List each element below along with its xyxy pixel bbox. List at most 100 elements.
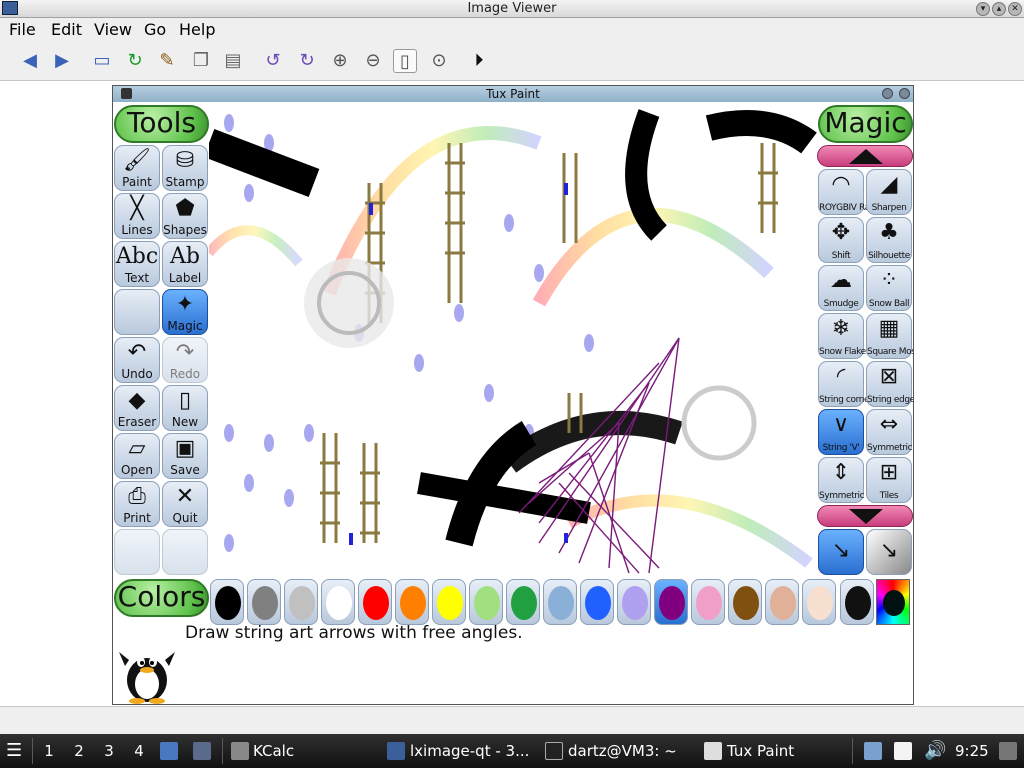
rotate-cw-icon[interactable]: ↻ [295,49,319,73]
window-titlebar[interactable]: Image Viewer ▾ ▴ ✕ [0,0,1024,18]
sharpen-icon: ◢ [880,172,898,197]
color-dot [363,586,389,620]
forward-icon[interactable]: ▶ [50,49,74,73]
tool-redo-button: ↷ Redo [162,337,208,383]
magic-snow-ball-button: ⁘ Snow Ball [866,265,912,311]
color-swatch [321,579,355,625]
taskbar: ☰ 1 2 3 4 KCalc lximage-qt - 3... dartz@… [0,734,1024,768]
magic-snow-flake-button: ❄ Snow Flake [818,313,866,359]
close-icon[interactable]: ✕ [1008,2,1022,16]
color-swatch [728,579,762,625]
magic-paint-mode-button: ↘ [818,529,864,575]
zoom-out-icon[interactable]: ⊖ [361,49,385,73]
tool-empty-slot [114,529,160,575]
color-dot [252,586,278,620]
magic-label: Square Mosaic [867,347,914,357]
clipboard-icon[interactable] [894,742,912,760]
image-viewer-icon [387,742,405,760]
maximize-icon[interactable]: ▴ [992,2,1006,16]
tuxpaint-minimize-icon [882,88,893,99]
task-lximage[interactable]: lximage-qt - 3... [410,734,529,768]
color-swatch [284,579,318,625]
color-dot [770,586,796,620]
paste-icon[interactable]: ▤ [221,49,245,73]
tool-stamp-button: ⛁ Stamp [162,145,208,191]
fit-icon[interactable]: ▯ [393,49,417,73]
eraser-icon: ◆ [128,388,146,413]
tool-empty-slot [162,529,208,575]
task-terminal[interactable]: dartz@VM3: ~ [568,734,677,768]
start-menu-icon[interactable]: ☰ [6,734,22,768]
reload-icon[interactable]: ↻ [123,49,147,73]
color-dot [585,586,611,620]
task-tuxpaint[interactable]: Tux Paint [727,734,794,768]
tuxpaint-title: Tux Paint [486,87,540,101]
tool-quit-button: ✕ Quit [162,481,208,527]
color-dot [696,586,722,620]
desktop-1[interactable]: 1 [36,734,62,768]
show-desktop-icon[interactable] [193,742,211,760]
color-swatch [543,579,577,625]
tool-new-button: ▯ New [162,385,208,431]
copy-icon[interactable]: ❐ [189,49,213,73]
color-swatch [654,579,688,625]
back-icon[interactable]: ◀ [18,49,42,73]
new-icon: ▯ [178,388,192,413]
magic-label: Shift [831,251,851,261]
magic-square-mosaic-button: ▦ Square Mosaic [866,313,914,359]
magic-fullscreen-mode-button: ↘ [866,529,912,575]
tux-penguin-icon [119,652,175,704]
taskbar-separator [32,738,33,764]
color-dot [807,586,833,620]
tool-blank-button [114,289,160,335]
label-icon: Ab [170,244,200,269]
color-swatch [802,579,836,625]
rainbow-icon: ◠ [831,172,851,197]
desktop-4[interactable]: 4 [126,734,152,768]
edit-icon[interactable]: ✎ [155,49,179,73]
file-manager-icon[interactable] [160,742,178,760]
color-swatch [395,579,429,625]
clock[interactable]: 9:25 [955,734,989,768]
magic-symmetric-up-down-button: ⇕ Symmetric Up/Down [818,457,905,503]
tiles-icon: ⊞ [879,460,899,485]
pentagon-icon: ⬟ [175,196,195,221]
task-kcalc[interactable]: KCalc [253,734,294,768]
magic-shift-button: ✥ Shift [818,217,864,263]
string-corner-icon: ◜ [836,364,846,389]
tool-undo-button: ↶ Undo [114,337,160,383]
tool-label: New [171,415,199,429]
menu-go[interactable]: Go [144,20,166,39]
menu-file[interactable]: File [9,20,36,39]
tool-label: Stamp [165,175,205,189]
magic-label: Symmetric Left/Right [867,443,913,453]
menu-view[interactable]: View [94,20,132,39]
minimize-icon[interactable]: ▾ [976,2,990,16]
string-edges-icon: ⊠ [879,364,899,389]
original-size-icon[interactable]: ⊙ [427,49,451,73]
color-dot [289,586,315,620]
undo-icon: ↶ [127,340,147,365]
color-dot [437,586,463,620]
network-icon[interactable] [864,742,882,760]
rotate-ccw-icon[interactable]: ↺ [261,49,285,73]
tool-label: Open [120,463,154,477]
color-dot [326,586,352,620]
session-icon[interactable] [999,742,1017,760]
desktop-2[interactable]: 2 [66,734,92,768]
menubar: File Edit View Go Help [0,18,1024,41]
color-dot [659,586,685,620]
desktop-3[interactable]: 3 [96,734,122,768]
volume-icon[interactable]: 🔊 [924,734,946,768]
open-icon: ▱ [128,436,146,461]
menu-help[interactable]: Help [179,20,215,39]
tool-label: Undo [121,367,153,381]
tool-lines-button: ╳ Lines [114,193,160,239]
zoom-in-icon[interactable]: ⊕ [328,49,352,73]
slideshow-icon[interactable]: ⏵ [467,49,491,73]
tuxpaint-screenshot: Tux Paint Tools 🖌 Paint ⛁ Stamp ╳ Lines ⬟ Shape… [112,85,914,705]
menu-edit[interactable]: Edit [51,20,82,39]
stamp-icon: ⛁ [175,148,195,173]
color-swatch [765,579,799,625]
open-icon[interactable]: ▭ [90,49,114,73]
